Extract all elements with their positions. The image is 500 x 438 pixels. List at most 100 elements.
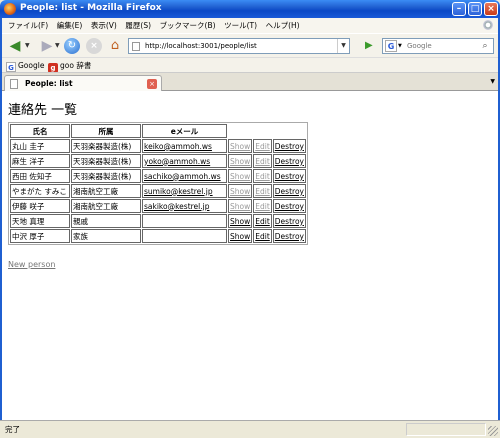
google-engine-icon[interactable]: G xyxy=(385,40,397,52)
edit-link[interactable]: Edit xyxy=(255,172,270,181)
cell-edit: Edit xyxy=(253,229,272,243)
cell-edit: Edit xyxy=(253,139,272,153)
tab-close-icon[interactable]: × xyxy=(147,79,157,89)
menu-file[interactable]: ファイル(F) xyxy=(8,18,48,33)
column-header-name: 氏名 xyxy=(10,124,70,138)
column-header-org: 所属 xyxy=(71,124,141,138)
table-row: やまがた すみこ 湘南航空工廠 sumiko@kestrel.jp Show E… xyxy=(10,184,306,198)
destroy-link[interactable]: Destroy xyxy=(275,157,304,166)
cell-show: Show xyxy=(228,184,253,198)
cell-show: Show xyxy=(228,229,253,243)
edit-link[interactable]: Edit xyxy=(255,232,270,241)
menu-tools[interactable]: ツール(T) xyxy=(224,18,257,33)
go-arrow-icon[interactable]: ▶ xyxy=(365,40,377,52)
destroy-link[interactable]: Destroy xyxy=(275,232,304,241)
cell-edit: Edit xyxy=(253,184,272,198)
email-link[interactable]: sakiko@kestrel.jp xyxy=(144,202,209,211)
show-link[interactable]: Show xyxy=(230,217,250,226)
bookmarks-toolbar: G Google g goo 辞書 xyxy=(2,57,498,73)
cell-destroy: Destroy xyxy=(272,214,306,228)
edit-link[interactable]: Edit xyxy=(255,142,270,151)
new-person-link[interactable]: New person xyxy=(8,260,55,269)
cell-destroy: Destroy xyxy=(272,154,306,168)
reload-icon[interactable]: ↻ xyxy=(64,38,80,54)
cell-org: 湘南航空工廠 xyxy=(71,184,141,198)
show-link[interactable]: Show xyxy=(230,202,250,211)
stop-icon[interactable]: × xyxy=(86,38,102,54)
forward-arrow-icon[interactable]: ▶ xyxy=(38,38,56,54)
edit-link[interactable]: Edit xyxy=(255,217,270,226)
destroy-link[interactable]: Destroy xyxy=(275,172,304,181)
people-table: 氏名 所属 eメール 丸山 圭子 天羽楽器製造(株) keiko@ammoh.w… xyxy=(8,122,308,245)
show-link[interactable]: Show xyxy=(230,187,250,196)
cell-edit: Edit xyxy=(253,199,272,213)
address-dropdown[interactable]: ▼ xyxy=(337,39,349,53)
menu-history[interactable]: 履歴(S) xyxy=(125,18,151,33)
address-bar[interactable]: http://localhost:3001/people/list ▼ xyxy=(128,38,350,54)
cell-email: sumiko@kestrel.jp xyxy=(142,184,227,198)
menu-edit[interactable]: 編集(E) xyxy=(57,18,83,33)
maximize-button[interactable]: □ xyxy=(468,2,482,16)
status-panel xyxy=(406,423,486,436)
page-title: 連絡先 一覧 xyxy=(8,103,78,118)
table-row: 伊藤 咲子 湘南航空工廠 sakiko@kestrel.jp Show Edit… xyxy=(10,199,306,213)
window-title: People: list - Mozilla Firefox xyxy=(20,3,162,13)
show-link[interactable]: Show xyxy=(230,172,250,181)
tab-list-dropdown[interactable]: ▼ xyxy=(490,78,495,85)
google-icon: G xyxy=(6,62,16,72)
table-row: 麻生 洋子 天羽楽器製造(株) yoko@ammoh.ws Show Edit … xyxy=(10,154,306,168)
email-link[interactable]: sumiko@kestrel.jp xyxy=(144,187,213,196)
destroy-link[interactable]: Destroy xyxy=(275,187,304,196)
search-magnifier-icon[interactable]: ⌕ xyxy=(478,40,492,52)
cell-destroy: Destroy xyxy=(272,169,306,183)
bookmark-google[interactable]: G Google xyxy=(6,60,44,72)
cell-email: yoko@ammoh.ws xyxy=(142,154,227,168)
cell-edit: Edit xyxy=(253,169,272,183)
destroy-link[interactable]: Destroy xyxy=(275,142,304,151)
status-bar: 完了 xyxy=(0,420,500,438)
address-url[interactable]: http://localhost:3001/people/list xyxy=(145,39,257,53)
resize-grip-icon[interactable] xyxy=(488,426,498,436)
edit-link[interactable]: Edit xyxy=(255,187,270,196)
email-link[interactable]: yoko@ammoh.ws xyxy=(144,157,210,166)
destroy-link[interactable]: Destroy xyxy=(275,202,304,211)
cell-destroy: Destroy xyxy=(272,184,306,198)
close-button[interactable]: × xyxy=(484,2,498,16)
navigation-toolbar: ◀ ▼ ▶ ▼ ↻ × ⌂ http://localhost:3001/peop… xyxy=(2,33,498,57)
cell-show: Show xyxy=(228,169,253,183)
destroy-link[interactable]: Destroy xyxy=(275,217,304,226)
forward-history-dropdown[interactable]: ▼ xyxy=(55,38,60,54)
edit-link[interactable]: Edit xyxy=(255,157,270,166)
firefox-icon xyxy=(4,3,16,15)
back-history-dropdown[interactable]: ▼ xyxy=(25,38,30,54)
cell-edit: Edit xyxy=(253,154,272,168)
back-arrow-icon[interactable]: ◀ xyxy=(6,38,24,54)
cell-org: 親戚 xyxy=(71,214,141,228)
cell-name: やまがた すみこ xyxy=(10,184,70,198)
page-icon xyxy=(132,42,140,51)
home-icon[interactable]: ⌂ xyxy=(107,38,123,54)
minimize-button[interactable]: – xyxy=(452,2,466,16)
cell-org: 天羽楽器製造(株) xyxy=(71,169,141,183)
cell-email: keiko@ammoh.ws xyxy=(142,139,227,153)
show-link[interactable]: Show xyxy=(230,232,250,241)
show-link[interactable]: Show xyxy=(230,142,250,151)
email-link[interactable]: keiko@ammoh.ws xyxy=(144,142,212,151)
email-link[interactable]: sachiko@ammoh.ws xyxy=(144,172,221,181)
tab-people-list[interactable]: People: list × xyxy=(4,75,162,92)
cell-email: sachiko@ammoh.ws xyxy=(142,169,227,183)
search-input[interactable] xyxy=(407,40,475,52)
cell-show: Show xyxy=(228,214,253,228)
menu-view[interactable]: 表示(V) xyxy=(91,18,117,33)
tab-strip: People: list × ▼ xyxy=(2,72,498,92)
show-link[interactable]: Show xyxy=(230,157,250,166)
edit-link[interactable]: Edit xyxy=(255,202,270,211)
column-header-actions xyxy=(228,124,306,138)
cell-name: 天地 真理 xyxy=(10,214,70,228)
menu-bookmarks[interactable]: ブックマーク(B) xyxy=(160,18,216,33)
search-engine-dropdown[interactable]: ▼ xyxy=(398,40,402,52)
search-box[interactable]: G ▼ ⌕ xyxy=(382,38,494,54)
cell-org: 家族 xyxy=(71,229,141,243)
menu-help[interactable]: ヘルプ(H) xyxy=(266,18,300,33)
cell-show: Show xyxy=(228,154,253,168)
